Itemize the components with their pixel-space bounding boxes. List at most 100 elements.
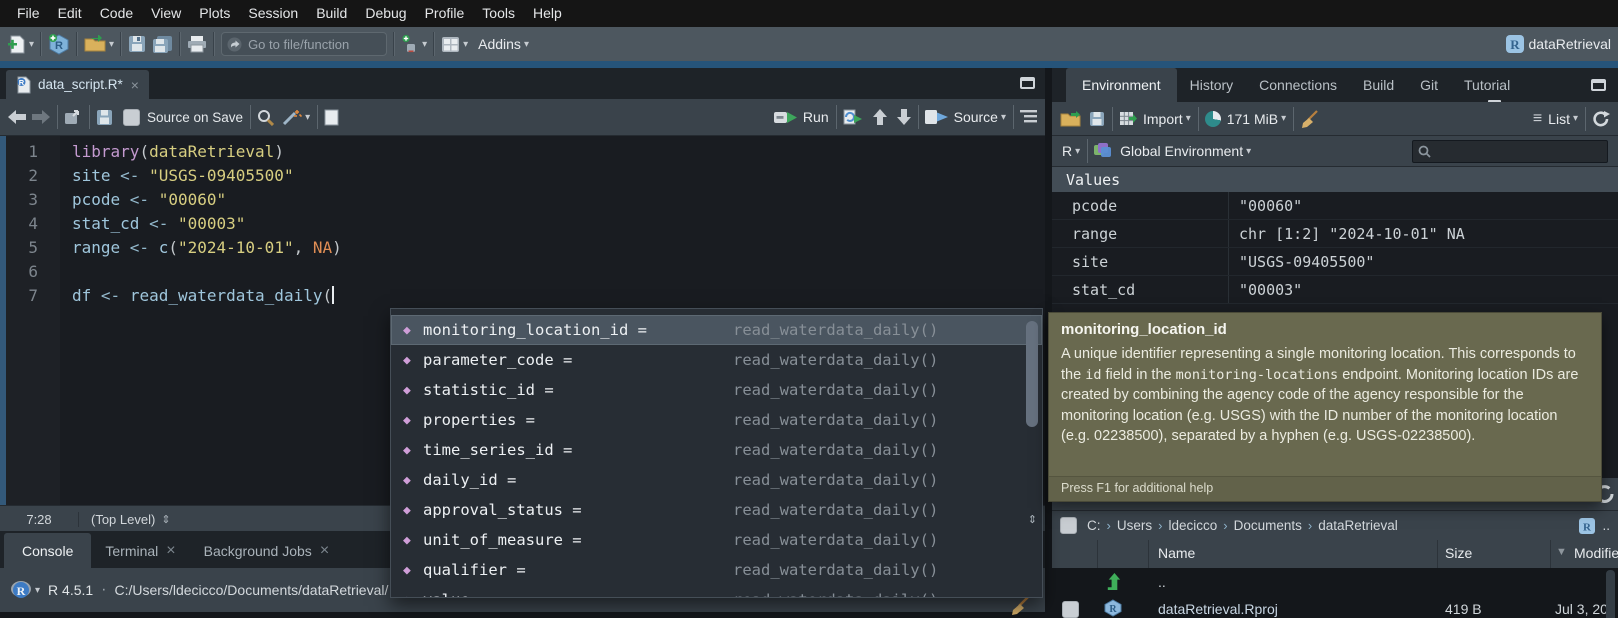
files-scrollbar[interactable] — [1606, 570, 1615, 618]
goto-file-input[interactable] — [221, 32, 387, 56]
column-header-name[interactable]: Name — [1158, 545, 1195, 561]
code-tools-wand-icon[interactable] — [282, 108, 302, 126]
terminal-close-icon[interactable]: × — [166, 542, 175, 560]
list-view-button[interactable]: List — [1548, 111, 1570, 127]
editor-tab-data-script[interactable]: R data_script.R* × — [6, 70, 149, 99]
source-icon[interactable] — [925, 109, 949, 125]
file-type-spinner-icon[interactable]: ⇕ — [1028, 513, 1037, 526]
source-button[interactable]: Source — [954, 109, 998, 125]
menu-view[interactable]: View — [142, 0, 190, 27]
document-outline-icon[interactable] — [1020, 110, 1037, 124]
open-in-new-window-icon[interactable] — [64, 109, 82, 125]
environment-search-input[interactable] — [1412, 140, 1608, 163]
rerun-icon[interactable] — [843, 109, 863, 126]
clear-workspace-broom-icon[interactable] — [1300, 109, 1320, 129]
menu-session[interactable]: Session — [239, 0, 307, 27]
environment-maximize-icon[interactable] — [1591, 79, 1606, 91]
print-icon[interactable] — [187, 35, 207, 53]
completion-item[interactable]: ◆value = read_waterdata_daily() — [391, 585, 1042, 598]
run-button[interactable]: Run — [803, 109, 829, 125]
breadcrumb-user[interactable]: ldecicco — [1168, 518, 1217, 533]
console-input-area[interactable] — [0, 612, 1045, 618]
completion-item[interactable]: ◆qualifier = read_waterdata_daily() — [391, 555, 1042, 585]
tab-environment[interactable]: Environment — [1066, 68, 1177, 102]
r-version-caret-icon[interactable]: ▾ — [35, 585, 40, 596]
breadcrumb-more[interactable]: .. — [1602, 518, 1610, 533]
scope-indicator[interactable]: (Top Level) — [91, 512, 155, 527]
env-var-row[interactable]: stat_cd"00003" — [1052, 276, 1618, 304]
load-workspace-icon[interactable] — [1060, 110, 1081, 127]
completion-item[interactable]: ◆daily_id = read_waterdata_daily() — [391, 465, 1042, 495]
run-next-icon[interactable] — [897, 109, 911, 125]
scope-spinner-icon[interactable]: ⇕ — [161, 513, 170, 526]
tab-background-jobs[interactable]: Background Jobs× — [190, 533, 344, 568]
code-tools-caret-icon[interactable]: ▾ — [305, 112, 310, 123]
cursor-position[interactable]: 7:28 — [0, 512, 79, 527]
project-selector[interactable]: R dataRetrieval — [1505, 34, 1612, 54]
menu-edit[interactable]: Edit — [49, 0, 91, 27]
environment-scope-caret-icon[interactable]: ▾ — [1246, 146, 1251, 157]
language-selector[interactable]: R — [1062, 143, 1072, 159]
completion-item[interactable]: ◆monitoring_location_id = read_waterdata… — [391, 315, 1042, 345]
tab-build[interactable]: Build — [1350, 68, 1407, 102]
breadcrumb-documents[interactable]: Documents — [1234, 518, 1302, 533]
completion-item[interactable]: ◆properties = read_waterdata_daily() — [391, 405, 1042, 435]
column-header-size[interactable]: Size — [1445, 545, 1472, 561]
run-icon[interactable] — [774, 110, 798, 125]
compile-report-icon[interactable] — [324, 109, 339, 126]
editor-tab-close-icon[interactable]: × — [131, 77, 139, 93]
open-file-caret-icon[interactable]: ▾ — [109, 39, 114, 50]
file-name[interactable]: dataRetrieval.Rproj — [1158, 601, 1278, 617]
breadcrumb-drive[interactable]: C: — [1087, 518, 1101, 533]
save-all-icon[interactable] — [152, 35, 173, 54]
source-caret-icon[interactable]: ▾ — [1001, 112, 1006, 123]
breadcrumb-users[interactable]: Users — [1117, 518, 1152, 533]
tab-terminal[interactable]: Terminal× — [91, 533, 189, 568]
workspace-panes-caret-icon[interactable]: ▾ — [463, 39, 468, 50]
new-file-icon[interactable] — [7, 34, 26, 55]
tab-history[interactable]: History — [1177, 68, 1247, 102]
menu-tools[interactable]: Tools — [473, 0, 524, 27]
version-control-caret-icon[interactable]: ▾ — [422, 39, 427, 50]
addins-caret-icon[interactable]: ▾ — [524, 39, 529, 50]
file-name[interactable]: .. — [1158, 574, 1166, 590]
popup-scrollbar[interactable] — [1026, 321, 1038, 427]
run-previous-icon[interactable] — [873, 109, 887, 125]
memory-caret-icon[interactable]: ▾ — [1281, 113, 1286, 124]
import-dataset-button[interactable]: Import — [1143, 111, 1183, 127]
env-var-row[interactable]: site"USGS-09405500" — [1052, 248, 1618, 276]
back-icon[interactable] — [8, 110, 26, 124]
menu-file[interactable]: File — [8, 0, 49, 27]
select-all-checkbox[interactable] — [1060, 517, 1077, 534]
completion-item[interactable]: ◆time_series_id = read_waterdata_daily() — [391, 435, 1042, 465]
environment-scope-selector[interactable]: Global Environment — [1120, 143, 1243, 159]
version-control-icon[interactable] — [401, 34, 419, 54]
import-caret-icon[interactable]: ▾ — [1186, 113, 1191, 124]
addins-button[interactable]: Addins — [478, 36, 521, 52]
completion-item[interactable]: ◆statistic_id = read_waterdata_daily() — [391, 375, 1042, 405]
menu-code[interactable]: Code — [91, 0, 142, 27]
column-header-modified[interactable]: Modified — [1574, 545, 1618, 561]
file-row-rproj[interactable]: R dataRetrieval.Rproj 419 B Jul 3, 20 — [1052, 597, 1618, 618]
file-row-parent[interactable]: .. — [1052, 568, 1618, 597]
workspace-panes-icon[interactable] — [441, 36, 460, 53]
import-dataset-icon[interactable] — [1119, 111, 1137, 126]
menu-profile[interactable]: Profile — [416, 0, 474, 27]
source-on-save-checkbox[interactable] — [123, 109, 140, 126]
save-workspace-icon[interactable] — [1089, 111, 1105, 127]
completion-item[interactable]: ◆parameter_code = read_waterdata_daily() — [391, 345, 1042, 375]
working-directory-path[interactable]: C:/Users/ldecicco/Documents/dataRetrieva… — [115, 582, 389, 598]
r-version-label[interactable]: R 4.5.1 — [48, 582, 93, 598]
forward-icon[interactable] — [32, 110, 50, 124]
menu-plots[interactable]: Plots — [190, 0, 239, 27]
save-icon[interactable] — [96, 109, 113, 126]
parent-directory-icon[interactable] — [1104, 572, 1124, 592]
values-section-header[interactable]: Values — [1052, 167, 1618, 192]
tab-git[interactable]: Git — [1407, 68, 1451, 102]
find-replace-icon[interactable] — [257, 109, 274, 126]
menu-help[interactable]: Help — [524, 0, 571, 27]
refresh-icon[interactable] — [1592, 110, 1610, 128]
sort-descending-icon[interactable]: ▼ — [1556, 546, 1567, 558]
list-view-caret-icon[interactable]: ▾ — [1573, 113, 1578, 124]
tab-console[interactable]: Console — [4, 533, 91, 568]
